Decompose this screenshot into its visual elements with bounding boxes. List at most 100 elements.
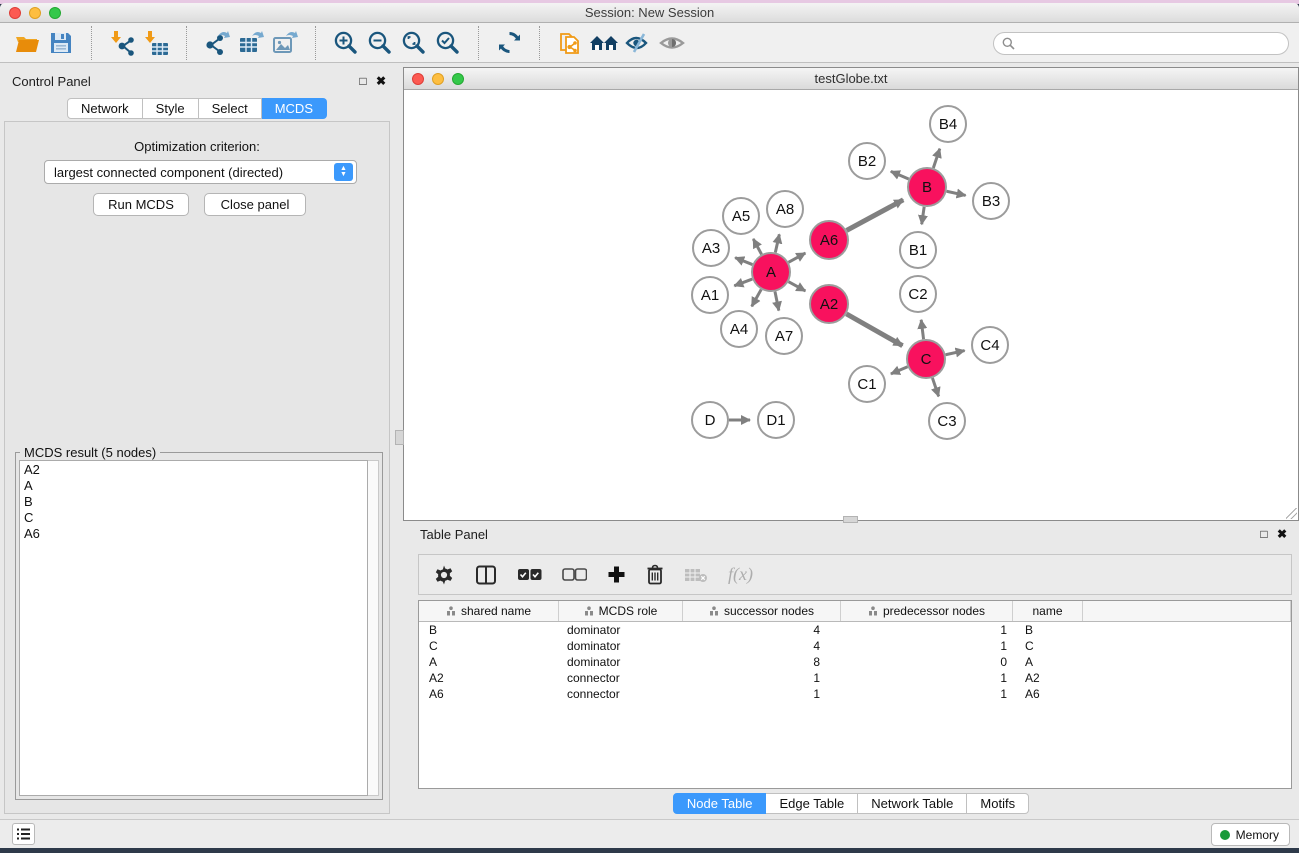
close-panel-button[interactable]: Close panel [204, 193, 306, 216]
import-network-button[interactable] [105, 27, 139, 59]
select-all-button[interactable] [517, 561, 542, 589]
deselect-all-button[interactable] [562, 561, 587, 589]
table-cell[interactable]: A2 [419, 670, 559, 686]
tab-network[interactable]: Network [67, 98, 143, 119]
import-table-icon [143, 30, 169, 56]
table-row[interactable]: Adominator80A [419, 654, 1291, 670]
table-cell[interactable]: A2 [1013, 670, 1083, 686]
table-tab-node-table[interactable]: Node Table [673, 793, 767, 814]
column-header-predecessor-nodes[interactable]: predecessor nodes [841, 601, 1013, 621]
table-cell[interactable]: connector [559, 670, 683, 686]
table-cell[interactable]: 4 [683, 622, 841, 638]
table-row[interactable]: Cdominator41C [419, 638, 1291, 654]
close-table-panel-icon[interactable]: ✖ [1273, 527, 1291, 541]
search-field[interactable] [993, 32, 1289, 55]
show-panel-button[interactable] [655, 27, 689, 59]
table-cell[interactable]: A6 [1013, 686, 1083, 702]
table-cell[interactable]: 1 [683, 686, 841, 702]
export-image-button[interactable] [268, 27, 302, 59]
zoom-out-button[interactable] [363, 27, 397, 59]
zoom-selected-button[interactable] [431, 27, 465, 59]
horizontal-split-handle[interactable] [843, 516, 858, 523]
table-settings-button[interactable] [433, 561, 455, 589]
column-header-label: predecessor nodes [883, 601, 985, 621]
network-zoom-button[interactable] [452, 73, 464, 85]
column-header-MCDS-role[interactable]: MCDS role [559, 601, 683, 621]
tab-mcds[interactable]: MCDS [262, 98, 327, 119]
table-row[interactable]: A6connector11A6 [419, 686, 1291, 702]
toolbar-separator [478, 26, 492, 60]
table-cell[interactable]: 0 [841, 654, 1013, 670]
table-cell[interactable]: B [419, 622, 559, 638]
table-cell[interactable]: 1 [841, 638, 1013, 654]
network-canvas[interactable]: B4B2BB3A5A8A6A3B1AC2A1A2A4A7C4CC1C3DD1 [404, 90, 1298, 520]
mcds-result-item[interactable]: B [20, 494, 367, 510]
node-table[interactable]: shared nameMCDS rolesuccessor nodes prede… [418, 600, 1292, 789]
zoom-in-button[interactable] [329, 27, 363, 59]
delete-column-button[interactable] [646, 561, 664, 589]
task-history-button[interactable] [12, 823, 35, 845]
table-cell[interactable]: 1 [841, 670, 1013, 686]
table-cell[interactable]: dominator [559, 638, 683, 654]
zoom-fit-button[interactable] [397, 27, 431, 59]
hide-panel-button[interactable] [621, 27, 655, 59]
column-header-shared-name[interactable]: shared name [419, 601, 559, 621]
tab-style[interactable]: Style [143, 98, 199, 119]
table-row[interactable]: A2connector11A2 [419, 670, 1291, 686]
table-cell[interactable]: A [1013, 654, 1083, 670]
save-session-button[interactable] [44, 27, 78, 59]
table-cell[interactable]: C [1013, 638, 1083, 654]
tab-select[interactable]: Select [199, 98, 262, 119]
network-window-titlebar[interactable]: testGlobe.txt [404, 68, 1298, 90]
export-table-button[interactable] [234, 27, 268, 59]
create-column-button[interactable] [607, 561, 626, 589]
table-cell[interactable]: 4 [683, 638, 841, 654]
table-cell[interactable]: 1 [841, 686, 1013, 702]
split-table-view-button[interactable] [475, 561, 497, 589]
mcds-result-item[interactable]: A2 [20, 462, 367, 478]
mcds-list-scrollbar[interactable] [368, 460, 379, 796]
table-tab-edge-table[interactable]: Edge Table [766, 793, 858, 814]
column-header-name[interactable]: name [1013, 601, 1083, 621]
mcds-result-item[interactable]: C [20, 510, 367, 526]
search-input[interactable] [1015, 37, 1288, 51]
import-table-button[interactable] [139, 27, 173, 59]
vertical-split-handle[interactable] [395, 430, 404, 445]
mcds-result-item[interactable]: A [20, 478, 367, 494]
network-minimize-button[interactable] [432, 73, 444, 85]
close-window-button[interactable] [9, 7, 21, 19]
apply-layout-button[interactable] [492, 27, 526, 59]
float-panel-icon[interactable]: □ [354, 74, 372, 88]
table-row[interactable]: Bdominator41B [419, 622, 1291, 638]
table-cell[interactable]: dominator [559, 622, 683, 638]
table-cell[interactable]: dominator [559, 654, 683, 670]
export-network-button[interactable] [200, 27, 234, 59]
mcds-result-list[interactable]: A2ABCA6 [19, 460, 368, 796]
table-tab-motifs[interactable]: Motifs [967, 793, 1029, 814]
network-close-button[interactable] [412, 73, 424, 85]
table-cell[interactable]: A [419, 654, 559, 670]
main-titlebar[interactable]: Session: New Session [0, 3, 1299, 23]
manage-networks-button[interactable] [587, 27, 621, 59]
open-session-button[interactable] [10, 27, 44, 59]
table-cell[interactable]: B [1013, 622, 1083, 638]
run-mcds-button[interactable]: Run MCDS [93, 193, 189, 216]
window-resize-grip[interactable] [1286, 508, 1297, 519]
minimize-window-button[interactable] [29, 7, 41, 19]
clone-network-button[interactable] [553, 27, 587, 59]
criterion-dropdown[interactable]: largest connected component (directed) ▲… [44, 160, 357, 184]
column-header-successor-nodes[interactable]: successor nodes [683, 601, 841, 621]
table-cell[interactable]: connector [559, 686, 683, 702]
memory-button[interactable]: Memory [1211, 823, 1290, 846]
table-cell[interactable]: 8 [683, 654, 841, 670]
float-table-panel-icon[interactable]: □ [1255, 527, 1273, 541]
zoom-window-button[interactable] [49, 7, 61, 19]
mcds-result-item[interactable]: A6 [20, 526, 367, 542]
table-cell[interactable]: C [419, 638, 559, 654]
table-cell[interactable]: 1 [841, 622, 1013, 638]
table-cell[interactable]: A6 [419, 686, 559, 702]
close-panel-icon[interactable]: ✖ [372, 74, 390, 88]
graph-node-label-C: C [921, 351, 932, 368]
table-tab-network-table[interactable]: Network Table [858, 793, 967, 814]
table-cell[interactable]: 1 [683, 670, 841, 686]
